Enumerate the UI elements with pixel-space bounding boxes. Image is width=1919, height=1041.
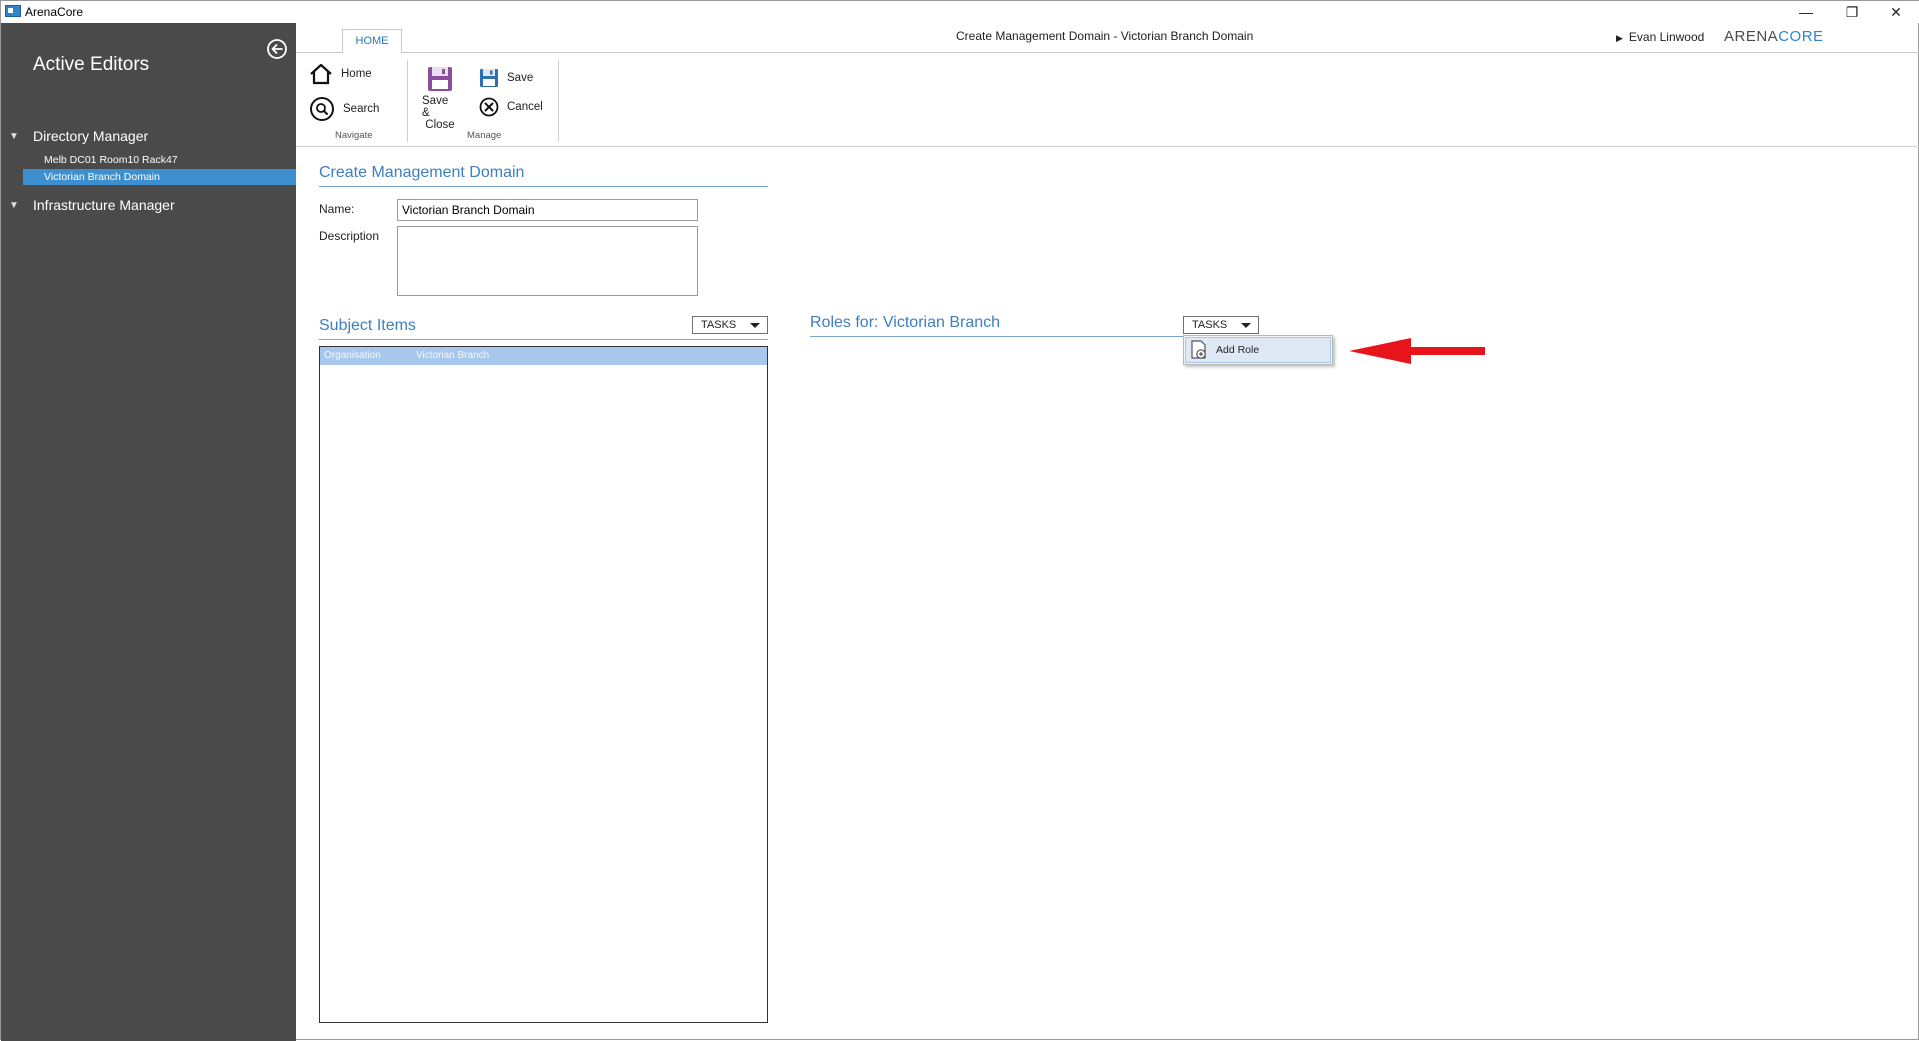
- close-window-button[interactable]: ✕: [1873, 1, 1919, 23]
- close-icon: ✕: [1890, 3, 1902, 20]
- cancel-button[interactable]: Cancel: [479, 97, 543, 117]
- ribbon-separator: [407, 60, 408, 142]
- sidebar-item-victorian-branch-domain[interactable]: Victorian Branch Domain: [23, 169, 296, 185]
- grid-column-header[interactable]: Organisation: [324, 350, 381, 361]
- roles-title: Roles for: Victorian Branch: [810, 314, 1001, 331]
- sidebar-group-label: Infrastructure Manager: [33, 197, 175, 213]
- name-field[interactable]: [397, 199, 698, 221]
- save-close-label-line1: Save &: [422, 95, 449, 119]
- add-role-menu-item[interactable]: Add Role: [1185, 337, 1331, 363]
- dropdown-arrow-icon: [750, 323, 760, 328]
- sidebar-title: Active Editors: [33, 54, 150, 75]
- subject-items-grid[interactable]: Organisation Victorian Branch: [319, 346, 768, 1023]
- tab-home[interactable]: HOME: [342, 29, 402, 54]
- brand-logo: ARENACORE: [1724, 28, 1824, 45]
- ribbon-header: HOME Create Management Domain - Victoria…: [296, 23, 1919, 54]
- save-label: Save: [507, 72, 534, 84]
- description-field[interactable]: [397, 226, 698, 296]
- save-icon: [428, 67, 452, 91]
- roles-tasks-dropdown[interactable]: TASKS: [1183, 316, 1259, 334]
- cancel-label: Cancel: [507, 101, 543, 113]
- caret-right-icon: ▶: [1616, 33, 1623, 43]
- home-label: Home: [341, 68, 372, 80]
- window-heading: Create Management Domain - Victorian Bra…: [956, 29, 1254, 43]
- grid-column-header[interactable]: Victorian Branch: [416, 350, 489, 361]
- name-label: Name:: [319, 202, 355, 216]
- sidebar-group-directory-manager[interactable]: ▼ Directory Manager: [9, 128, 148, 144]
- subject-items-title: Subject Items: [319, 317, 416, 334]
- search-icon: [310, 97, 334, 121]
- navigate-group-label: Navigate: [335, 130, 373, 141]
- section-divider: [319, 339, 768, 340]
- app-title: ArenaCore: [25, 5, 84, 19]
- section-divider: [319, 186, 768, 187]
- chevron-down-icon: ▼: [9, 130, 19, 142]
- tasks-label: TASKS: [701, 319, 737, 331]
- save-button[interactable]: Save: [479, 68, 533, 88]
- search-label: Search: [343, 103, 380, 115]
- restore-button[interactable]: ❐: [1829, 1, 1875, 23]
- grid-header-row: Organisation Victorian Branch: [320, 347, 767, 365]
- save-icon: [480, 69, 498, 87]
- add-document-icon: [1191, 340, 1206, 359]
- subject-items-tasks-dropdown[interactable]: TASKS: [692, 316, 768, 334]
- sidebar-group-infrastructure-manager[interactable]: ▼ Infrastructure Manager: [9, 197, 175, 213]
- sidebar-item-melb-dc01-room10-rack47[interactable]: Melb DC01 Room10 Rack47: [23, 152, 296, 168]
- sidebar-group-label: Directory Manager: [33, 128, 149, 144]
- search-button[interactable]: Search: [309, 96, 379, 122]
- app-window: ArenaCore — ❐ ✕ Active Editors ▼ Directo…: [0, 0, 1919, 1041]
- save-close-label-line2: Close: [425, 119, 455, 131]
- save-close-button[interactable]: Save & Close: [422, 66, 458, 131]
- ribbon-separator: [558, 60, 559, 142]
- app-icon: [5, 5, 21, 17]
- minimize-button[interactable]: —: [1783, 1, 1829, 23]
- title-bar: ArenaCore — ❐ ✕: [1, 1, 1919, 23]
- add-role-label: Add Role: [1216, 344, 1260, 356]
- sidebar: Active Editors ▼ Directory Manager Melb …: [1, 23, 296, 1041]
- dropdown-arrow-icon: [1241, 323, 1251, 328]
- home-button[interactable]: Home: [309, 63, 372, 85]
- annotation-arrow: [1349, 338, 1485, 364]
- minimize-icon: —: [1799, 4, 1813, 20]
- brand-part1: ARENA: [1724, 28, 1779, 45]
- user-menu[interactable]: ▶ Evan Linwood: [1616, 30, 1704, 44]
- cancel-icon: [479, 97, 499, 117]
- manage-group-label: Manage: [467, 130, 502, 141]
- tasks-label: TASKS: [1192, 319, 1228, 331]
- home-icon: [310, 63, 332, 85]
- chevron-down-icon: ▼: [9, 199, 19, 211]
- restore-icon: ❐: [1845, 3, 1859, 20]
- description-label: Description: [319, 229, 380, 243]
- brand-part2: CORE: [1778, 28, 1824, 45]
- form-title: Create Management Domain: [319, 164, 525, 181]
- tasks-dropdown-menu: Add Role: [1183, 335, 1333, 365]
- collapse-sidebar-icon[interactable]: [265, 37, 289, 61]
- ribbon: Home Search Navigate Save & Close Save C…: [296, 54, 1919, 147]
- user-name: Evan Linwood: [1628, 30, 1705, 44]
